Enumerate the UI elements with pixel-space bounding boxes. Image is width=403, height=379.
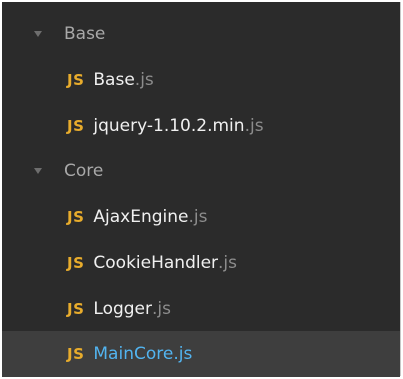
file-cookiehandler-js[interactable]: JS CookieHandler .js [2,240,400,286]
folder-core[interactable]: Core [2,148,400,194]
folder-base[interactable]: Base [2,11,400,57]
folder-label: Core [64,161,104,181]
file-name: Logger [93,299,152,319]
js-file-icon: JS [67,254,85,272]
file-tree-panel: Base JS Base .js JS jquery-1.10.2.min .j… [2,2,401,377]
file-extension: .js [134,70,154,90]
folder-label: Base [64,24,106,44]
js-file-icon: JS [67,300,85,318]
file-base-js[interactable]: JS Base .js [2,57,400,103]
file-extension: .js [152,299,171,319]
chevron-down-icon[interactable] [34,31,42,37]
file-extension: .js [218,253,238,273]
js-file-icon: JS [67,345,85,363]
file-extension: .js [244,116,264,136]
js-file-icon: JS [67,71,85,89]
file-name: CookieHandler [93,253,219,273]
file-name: jquery-1.10.2.min [93,116,245,136]
file-logger-js[interactable]: JS Logger .js [2,286,400,332]
file-name: AjaxEngine [93,207,189,227]
file-ajaxengine-js[interactable]: JS AjaxEngine .js [2,194,400,240]
file-name: Base [93,70,135,90]
file-maincore-js-selected[interactable]: JS MainCore.js [2,331,400,377]
file-name: MainCore.js [93,344,193,364]
js-file-icon: JS [67,208,85,226]
chevron-down-icon[interactable] [34,168,42,174]
js-file-icon: JS [67,117,85,135]
file-jquery-js[interactable]: JS jquery-1.10.2.min .js [2,103,400,149]
file-extension: .js [188,207,208,227]
